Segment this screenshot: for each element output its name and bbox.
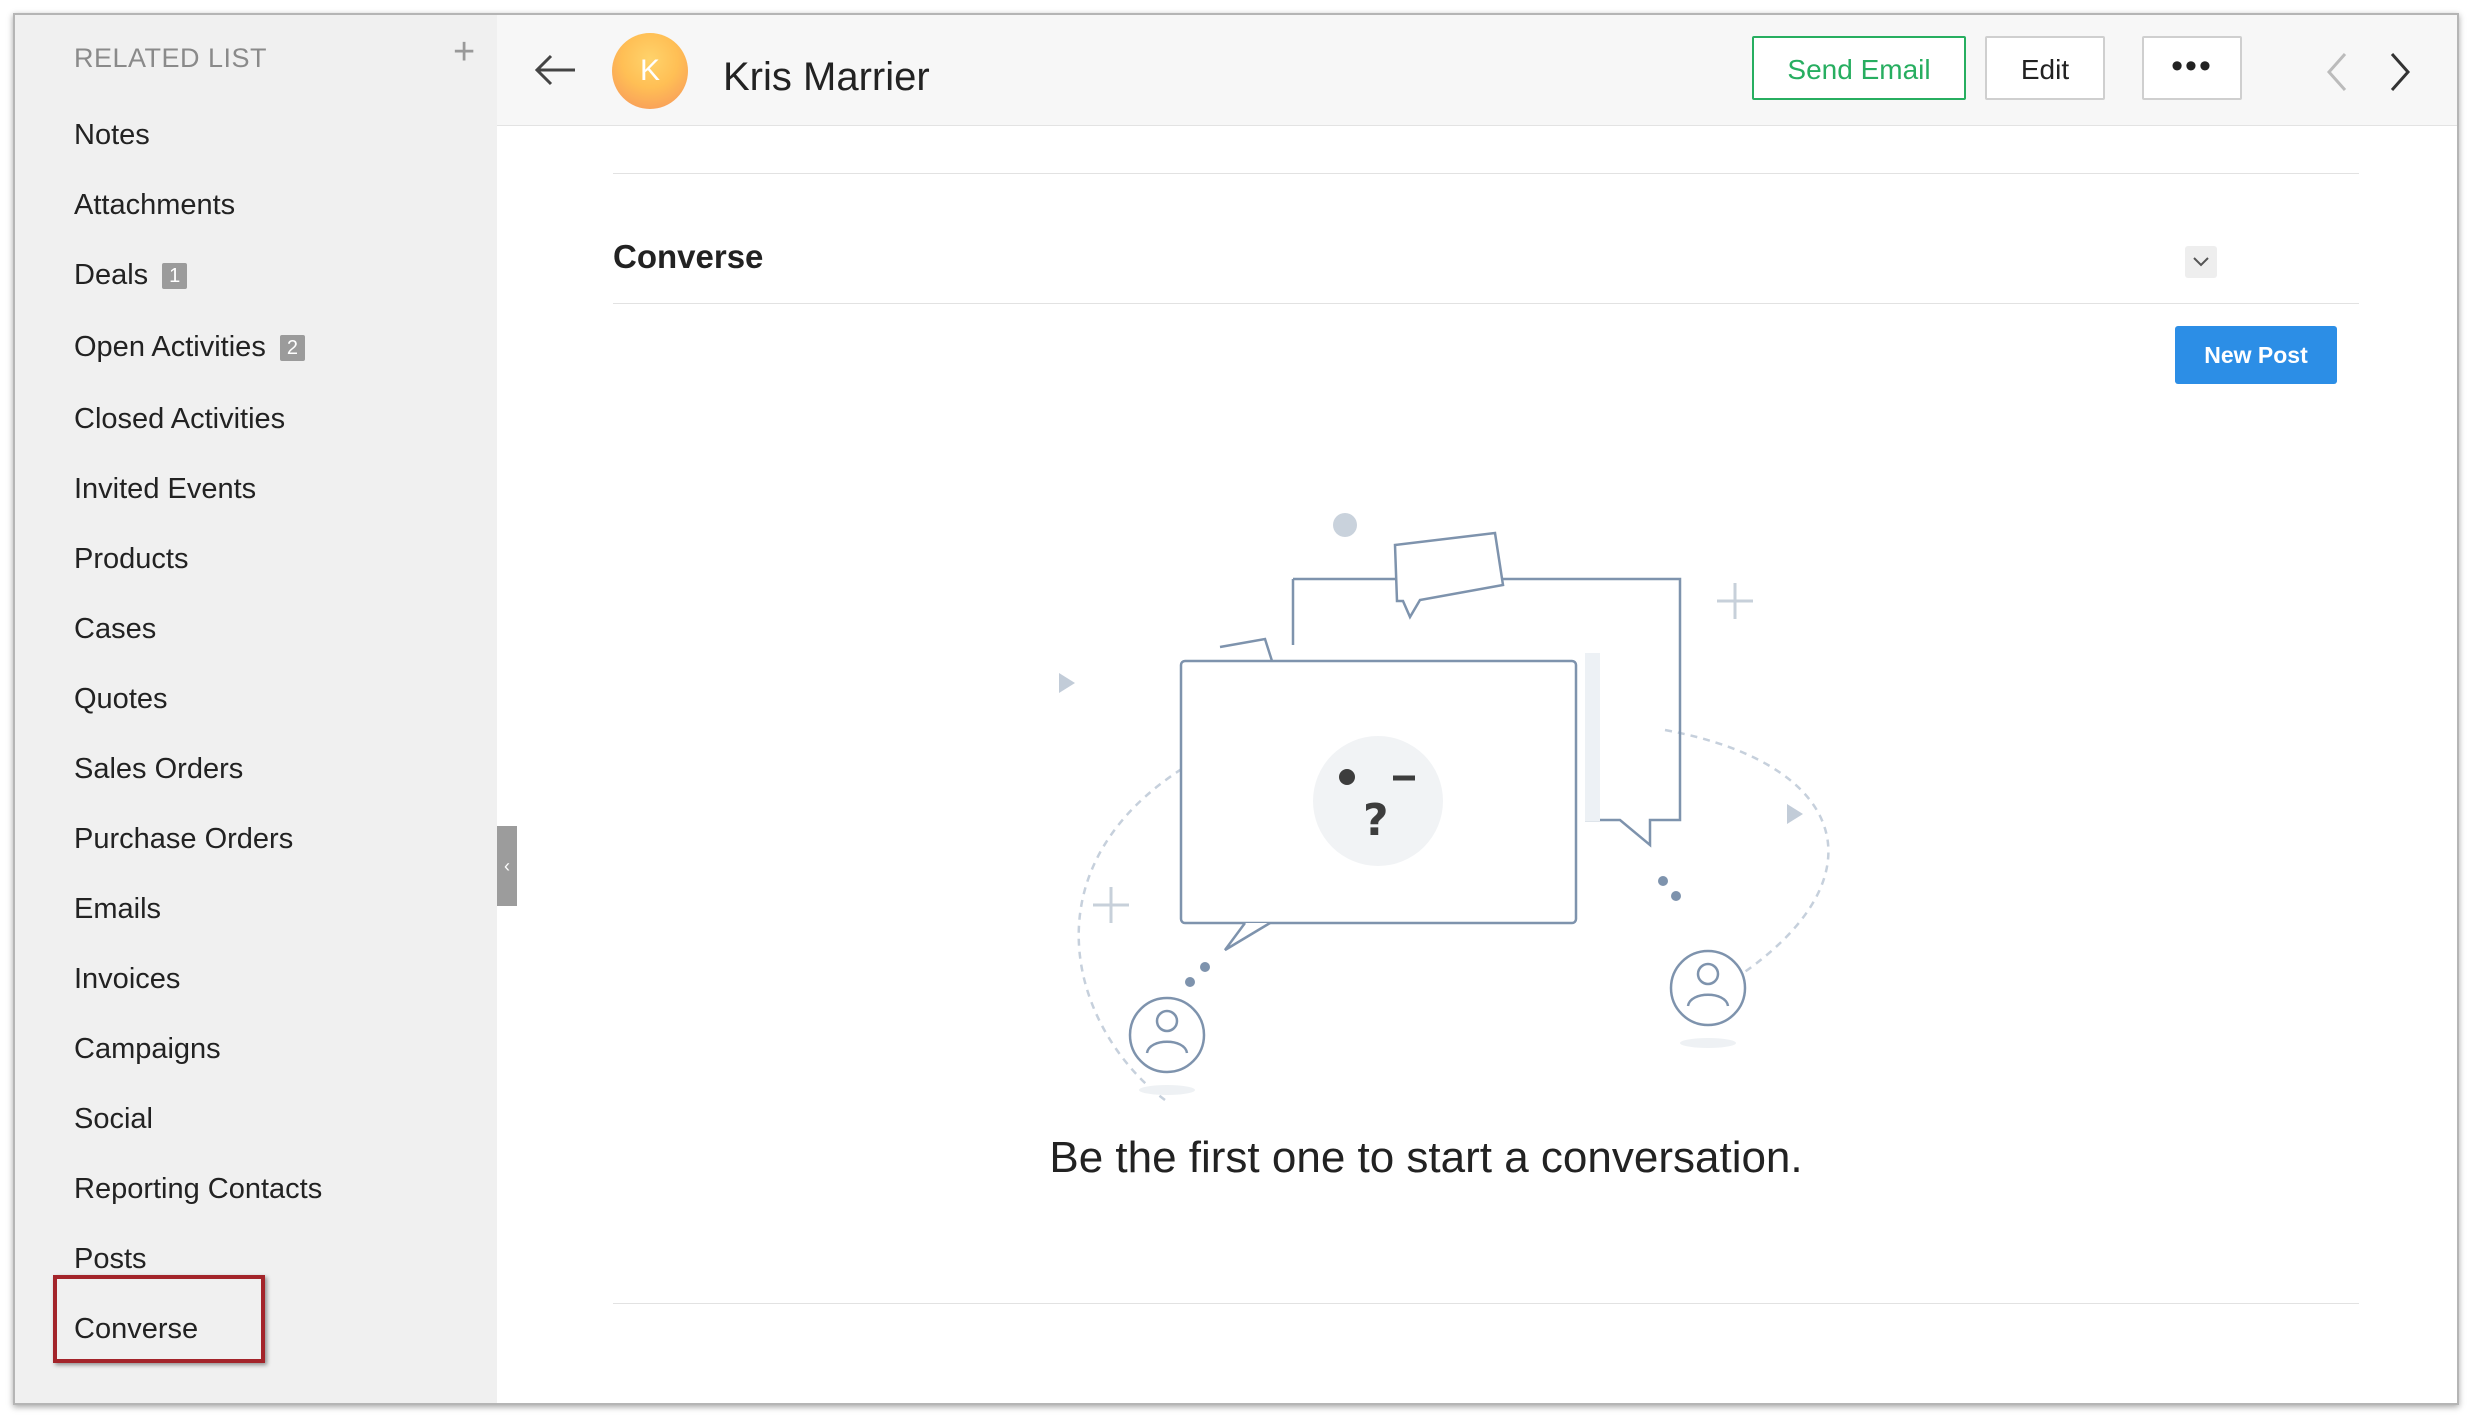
sidebar-item-label: Social xyxy=(74,1103,153,1135)
chevron-left-icon xyxy=(2326,53,2347,91)
sidebar-item-label: Posts xyxy=(74,1243,147,1275)
chevron-down-icon xyxy=(2193,257,2209,267)
arrow-left-icon xyxy=(534,54,575,86)
svg-text:?: ? xyxy=(1363,795,1389,846)
sidebar-item-notes[interactable]: Notes xyxy=(74,115,150,155)
more-actions-button[interactable]: ••• xyxy=(2142,36,2242,100)
sidebar-item-label: Invited Events xyxy=(74,473,257,505)
conversation-empty-illustration: ? xyxy=(1025,505,1855,1110)
sidebar-item-invited-events[interactable]: Invited Events xyxy=(74,469,256,509)
sidebar-item-invoices[interactable]: Invoices xyxy=(74,959,180,999)
sidebar-item-label: Invoices xyxy=(74,963,181,995)
sidebar-item-label: Deals xyxy=(74,259,149,291)
sidebar-item-label: Emails xyxy=(74,893,162,925)
section-toggle-button[interactable] xyxy=(2185,246,2217,278)
related-list-sidebar: RELATED LIST + Notes Attachments Deals 1 … xyxy=(15,15,497,1403)
sidebar-item-label: Closed Activities xyxy=(74,403,286,435)
record-header: K Kris Marrier Send Email Edit ••• xyxy=(497,15,2457,126)
sidebar-collapse-handle[interactable]: ‹ xyxy=(497,826,517,906)
sidebar-item-label: Cases xyxy=(74,613,157,645)
divider xyxy=(613,173,2359,174)
avatar: K xyxy=(612,33,688,109)
section-title: Converse xyxy=(613,238,764,275)
count-badge: 1 xyxy=(162,263,188,290)
sidebar-header: RELATED LIST xyxy=(74,43,268,73)
sidebar-item-label: Campaigns xyxy=(74,1033,221,1065)
sidebar-item-label: Purchase Orders xyxy=(74,823,294,855)
chevron-right-icon xyxy=(2390,53,2411,91)
previous-record-button[interactable] xyxy=(2317,50,2357,94)
sidebar-item-purchase-orders[interactable]: Purchase Orders xyxy=(74,819,293,859)
sidebar-item-deals[interactable]: Deals 1 xyxy=(74,255,188,295)
sidebar-item-label: Open Activities xyxy=(74,331,266,363)
sidebar-item-label: Sales Orders xyxy=(74,753,244,785)
sidebar-item-label: Attachments xyxy=(74,189,236,221)
sidebar-item-converse[interactable]: Converse xyxy=(74,1309,198,1349)
next-record-button[interactable] xyxy=(2380,50,2420,94)
add-related-list-button[interactable]: + xyxy=(453,33,475,71)
sidebar-item-attachments[interactable]: Attachments xyxy=(74,185,235,225)
sidebar-item-cases[interactable]: Cases xyxy=(74,609,156,649)
back-button[interactable] xyxy=(531,45,581,95)
sidebar-item-closed-activities[interactable]: Closed Activities xyxy=(74,399,285,439)
divider xyxy=(613,1303,2359,1304)
contact-name: Kris Marrier xyxy=(723,55,930,99)
sidebar-item-label: Quotes xyxy=(74,683,168,715)
sidebar-item-label: Converse xyxy=(74,1313,199,1345)
sidebar-item-campaigns[interactable]: Campaigns xyxy=(74,1029,221,1069)
count-badge: 2 xyxy=(279,335,305,362)
divider xyxy=(613,303,2359,304)
sidebar-item-label: Products xyxy=(74,543,189,575)
edit-button[interactable]: Edit xyxy=(1985,36,2105,100)
sidebar-item-sales-orders[interactable]: Sales Orders xyxy=(74,749,243,789)
empty-state-message: Be the first one to start a conversation… xyxy=(1049,1133,1803,1182)
chevron-left-icon: ‹ xyxy=(504,856,510,876)
sidebar-item-quotes[interactable]: Quotes xyxy=(74,679,168,719)
new-post-button[interactable]: New Post xyxy=(2175,326,2337,384)
sidebar-item-label: Notes xyxy=(74,119,150,151)
sidebar-item-emails[interactable]: Emails xyxy=(74,889,161,929)
sidebar-item-open-activities[interactable]: Open Activities 2 xyxy=(74,327,305,367)
send-email-button[interactable]: Send Email xyxy=(1752,36,1966,100)
app-window: RELATED LIST + Notes Attachments Deals 1 … xyxy=(13,13,2459,1405)
sidebar-item-products[interactable]: Products xyxy=(74,539,188,579)
sidebar-item-posts[interactable]: Posts xyxy=(74,1239,147,1279)
